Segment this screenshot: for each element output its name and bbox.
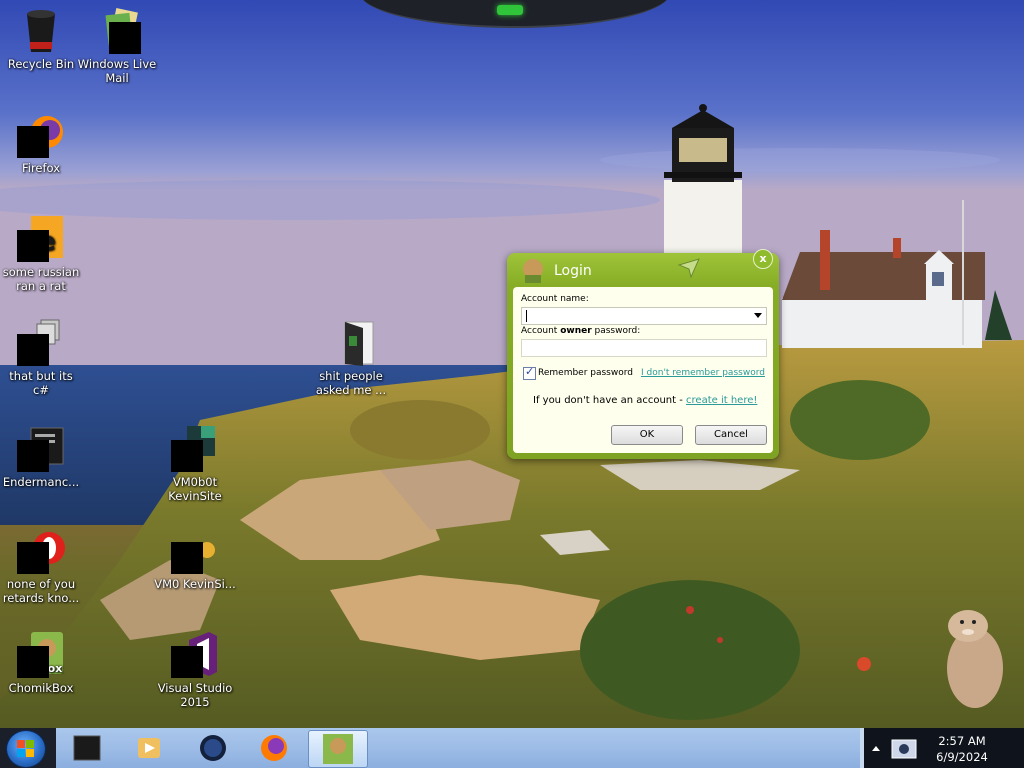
desktop-icon-vm0b0t-kevinsite[interactable]: VM0b0t KevinSite bbox=[154, 424, 236, 503]
icon-label: Visual Studio 2015 bbox=[157, 681, 233, 709]
folder-icon bbox=[171, 424, 219, 472]
opera-icon bbox=[17, 526, 65, 574]
ok-button[interactable]: OK bbox=[611, 425, 683, 445]
remember-password-label: Remember password bbox=[538, 368, 633, 378]
file-icon bbox=[327, 318, 375, 366]
chomikbox-icon: ox bbox=[17, 630, 65, 678]
system-tray: 2:57 AM 6/9/2024 bbox=[864, 728, 1024, 768]
checkmark-icon: ✓ bbox=[525, 365, 535, 378]
account-name-combobox[interactable] bbox=[521, 307, 767, 325]
chomikbox-app-icon bbox=[519, 257, 547, 285]
dialog-title: Login bbox=[554, 263, 592, 279]
redaction-box bbox=[109, 22, 141, 54]
redaction-box bbox=[171, 646, 203, 678]
svg-text:ox: ox bbox=[48, 662, 63, 675]
no-account-text: If you don't have an account - bbox=[533, 395, 687, 406]
dropdown-arrow-icon[interactable] bbox=[754, 313, 762, 318]
desktop-icon-shit-people-asked[interactable]: shit people asked me ... bbox=[310, 318, 392, 397]
cancel-button[interactable]: Cancel bbox=[695, 425, 767, 445]
redaction-box bbox=[17, 440, 49, 472]
icon-label: ChomikBox bbox=[8, 681, 74, 695]
icon-label: that but its c# bbox=[9, 369, 73, 397]
taskbar-chomikbox[interactable] bbox=[308, 730, 368, 768]
create-account-link[interactable]: create it here! bbox=[686, 395, 757, 406]
password-field[interactable] bbox=[521, 339, 767, 357]
visual-studio-icon bbox=[171, 630, 219, 678]
stacked-windows-icon bbox=[17, 318, 65, 366]
desktop-icon-chomikbox[interactable]: ox ChomikBox bbox=[0, 630, 82, 695]
login-form: Account name: Account owner password: ✓ … bbox=[513, 287, 773, 453]
desktop-icon-endermanch[interactable]: Endermanc... bbox=[0, 424, 82, 489]
icon-label: none of you retards kno... bbox=[2, 577, 80, 605]
password-label-bold: owner bbox=[560, 326, 592, 336]
icon-label: VM0 KevinSi... bbox=[154, 577, 236, 591]
taskbar-firefox[interactable] bbox=[248, 730, 300, 766]
taskbar-app-dark-window[interactable] bbox=[62, 730, 114, 766]
clock[interactable]: 2:57 AM 6/9/2024 bbox=[926, 733, 998, 765]
password-label: Account owner password: bbox=[521, 326, 640, 336]
recycle-bin-icon bbox=[17, 6, 65, 54]
redaction-box bbox=[17, 646, 49, 678]
create-account-text: If you don't have an account - create it… bbox=[533, 395, 757, 406]
taskbar-media-player[interactable] bbox=[122, 730, 174, 766]
icon-label: Endermanc... bbox=[2, 475, 80, 489]
icon-label: VM0b0t KevinSite bbox=[168, 475, 222, 503]
desktop-icon-russian-rat[interactable]: e some russian ran a rat bbox=[0, 214, 82, 293]
desktop-icon-that-but-c-sharp[interactable]: that but its c# bbox=[0, 318, 82, 397]
mail-icon bbox=[93, 6, 141, 54]
icon-label: some russian ran a rat bbox=[2, 265, 80, 293]
remember-password-checkbox[interactable]: ✓ bbox=[523, 365, 536, 380]
icon-label: Recycle Bin bbox=[7, 57, 75, 71]
taskbar: 2:57 AM 6/9/2024 bbox=[0, 728, 1024, 768]
desktop-icon-visual-studio-2015[interactable]: Visual Studio 2015 bbox=[154, 630, 236, 709]
desktop: Recycle Bin Windows Live Mail Firefox e bbox=[0, 0, 1024, 768]
firefox-icon bbox=[17, 110, 65, 158]
tray-camera-icon[interactable] bbox=[888, 736, 920, 760]
forgot-password-link[interactable]: I don't remember password bbox=[641, 368, 765, 378]
desktop-icon-none-of-you[interactable]: none of you retards kno... bbox=[0, 526, 82, 605]
status-led-icon bbox=[497, 5, 523, 15]
app-e-icon: e bbox=[17, 214, 65, 262]
redaction-box bbox=[17, 542, 49, 574]
redaction-box bbox=[171, 542, 203, 574]
desktop-icon-firefox[interactable]: Firefox bbox=[0, 110, 82, 175]
show-hidden-icons-icon[interactable] bbox=[872, 746, 880, 751]
clock-date: 6/9/2024 bbox=[936, 750, 988, 764]
icon-label: Windows Live Mail bbox=[77, 57, 157, 85]
icon-label: shit people asked me ... bbox=[315, 369, 387, 397]
text-caret bbox=[526, 310, 527, 322]
arrow-cursor-icon bbox=[677, 257, 701, 279]
account-name-label: Account name: bbox=[521, 294, 589, 304]
start-button[interactable] bbox=[6, 730, 46, 768]
password-label-suffix: password: bbox=[591, 326, 641, 336]
password-label-prefix: Account bbox=[521, 326, 561, 336]
redaction-box bbox=[171, 440, 203, 472]
icon-label: Firefox bbox=[21, 161, 61, 175]
desktop-icon-vm0-kevinsite[interactable]: VM0 KevinSi... bbox=[154, 526, 236, 591]
login-dialog: Login x Account name: Account owner pass… bbox=[507, 249, 779, 459]
console-window-icon bbox=[17, 424, 65, 472]
desktop-icon-recycle-bin[interactable]: Recycle Bin bbox=[0, 6, 82, 71]
redaction-box bbox=[17, 230, 49, 262]
taskbar-globe-app[interactable] bbox=[186, 730, 238, 766]
redaction-box bbox=[17, 126, 49, 158]
desktop-icon-windows-live-mail[interactable]: Windows Live Mail bbox=[76, 6, 158, 85]
clock-time: 2:57 AM bbox=[938, 734, 986, 748]
redaction-box bbox=[17, 334, 49, 366]
app-icon bbox=[171, 526, 219, 574]
close-button[interactable]: x bbox=[753, 249, 773, 269]
